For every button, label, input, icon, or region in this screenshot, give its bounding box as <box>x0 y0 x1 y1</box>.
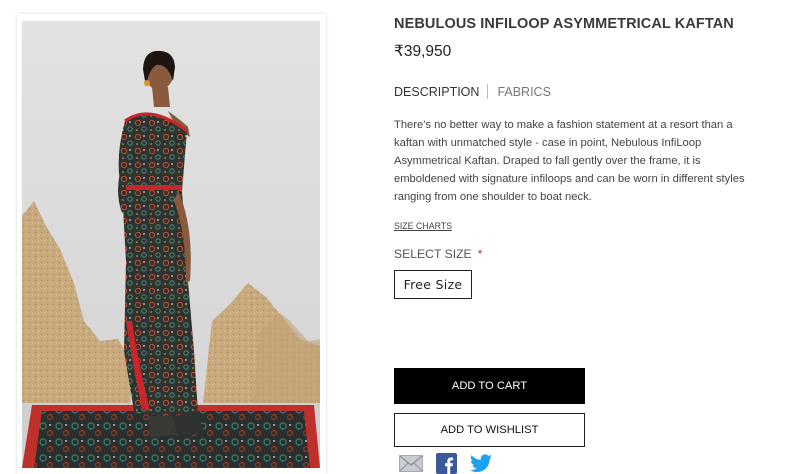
tab-divider <box>487 84 489 99</box>
tab-fabrics[interactable]: FABRICS <box>497 85 551 99</box>
product-title: NEBULOUS INFILOOP ASYMMETRICAL KAFTAN <box>394 16 734 32</box>
detail-tabs: DESCRIPTION FABRICS <box>394 84 551 99</box>
add-to-wishlist-button[interactable]: ADD TO WISHLIST <box>394 413 585 447</box>
email-icon[interactable] <box>399 455 423 474</box>
share-bar <box>399 453 492 474</box>
size-charts-link[interactable]: SIZE CHARTS <box>394 221 452 231</box>
product-description: There's no better way to make a fashion … <box>394 119 745 203</box>
select-size-label: SELECT SIZE * <box>394 247 482 261</box>
required-marker: * <box>477 247 483 261</box>
size-option-free-size[interactable]: Free Size <box>394 270 472 299</box>
product-price: ₹39,950 <box>394 43 452 60</box>
add-to-cart-button[interactable]: ADD TO CART <box>394 368 585 404</box>
select-size-text: SELECT SIZE <box>394 247 472 261</box>
tab-description[interactable]: DESCRIPTION <box>394 85 479 99</box>
twitter-icon[interactable] <box>470 454 492 474</box>
product-image[interactable] <box>22 21 320 468</box>
facebook-icon[interactable] <box>436 453 457 474</box>
